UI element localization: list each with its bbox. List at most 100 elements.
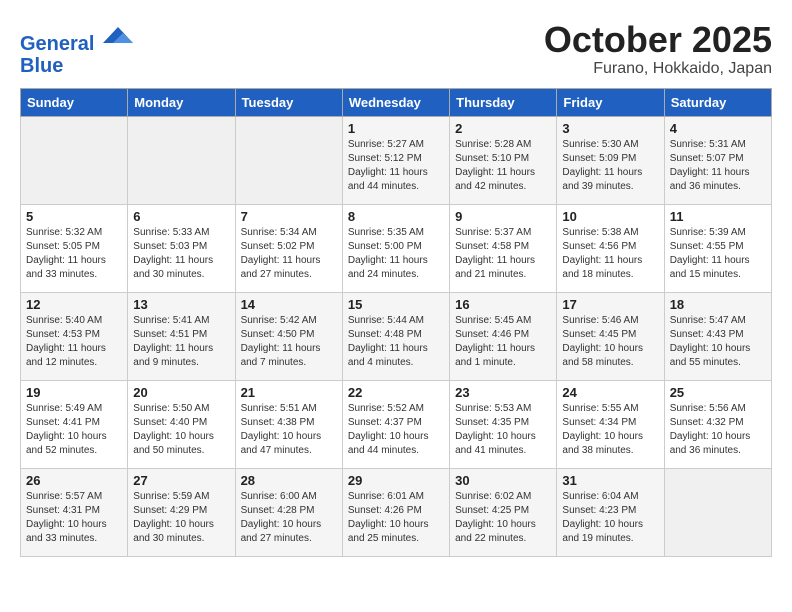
weekday-header: Saturday — [664, 88, 771, 116]
calendar-body: 1 Sunrise: 5:27 AM Sunset: 5:12 PM Daylig… — [21, 116, 772, 556]
day-info: Sunrise: 6:02 AM Sunset: 4:25 PM Dayligh… — [455, 490, 551, 546]
day-info: Sunrise: 5:31 AM Sunset: 5:07 PM Dayligh… — [670, 138, 766, 194]
weekday-header: Wednesday — [342, 88, 449, 116]
calendar-cell: 25Sunrise: 5:56 AM Sunset: 4:32 PM Dayli… — [664, 380, 771, 468]
day-number: 9 — [455, 209, 551, 224]
day-info: Sunrise: 5:46 AM Sunset: 4:45 PM Dayligh… — [562, 314, 658, 370]
calendar-cell: 6Sunrise: 5:33 AM Sunset: 5:03 PM Daylig… — [128, 204, 235, 292]
day-info: Sunrise: 5:52 AM Sunset: 4:37 PM Dayligh… — [348, 402, 444, 458]
day-info: Sunrise: 5:30 AM Sunset: 5:09 PM Dayligh… — [562, 138, 658, 194]
calendar-cell: 23 Sunrise: 5:53 AM Sunset: 4:35 PM Dayli… — [450, 380, 557, 468]
day-info: Sunrise: 5:28 AM Sunset: 5:10 PM Dayligh… — [455, 138, 551, 194]
day-number: 14 — [241, 297, 337, 312]
weekday-header: Thursday — [450, 88, 557, 116]
calendar-cell — [664, 468, 771, 556]
day-number: 10 — [562, 209, 658, 224]
calendar-week-row: 12Sunrise: 5:40 AM Sunset: 4:53 PM Dayli… — [21, 292, 772, 380]
day-info: Sunrise: 5:53 AM Sunset: 4:35 PM Dayligh… — [455, 402, 551, 458]
calendar-cell: 19 Sunrise: 5:49 AM Sunset: 4:41 PM Dayli… — [21, 380, 128, 468]
day-number: 5 — [26, 209, 122, 224]
day-info: Sunrise: 5:38 AM Sunset: 4:56 PM Dayligh… — [562, 226, 658, 282]
calendar-cell — [128, 116, 235, 204]
day-info: Sunrise: 5:50 AM Sunset: 4:40 PM Dayligh… — [133, 402, 229, 458]
location: Furano, Hokkaido, Japan — [544, 60, 772, 78]
day-info: Sunrise: 5:27 AM Sunset: 5:12 PM Dayligh… — [348, 138, 444, 194]
calendar-week-row: 1 Sunrise: 5:27 AM Sunset: 5:12 PM Daylig… — [21, 116, 772, 204]
calendar-cell: 12Sunrise: 5:40 AM Sunset: 4:53 PM Dayli… — [21, 292, 128, 380]
day-info: Sunrise: 5:37 AM Sunset: 4:58 PM Dayligh… — [455, 226, 551, 282]
day-number: 11 — [670, 209, 766, 224]
day-number: 17 — [562, 297, 658, 312]
page-header: General Blue October 2025 Furano, Hokkai… — [20, 20, 772, 78]
calendar-cell: 4 Sunrise: 5:31 AM Sunset: 5:07 PM Daylig… — [664, 116, 771, 204]
day-number: 7 — [241, 209, 337, 224]
day-info: Sunrise: 6:00 AM Sunset: 4:28 PM Dayligh… — [241, 490, 337, 546]
day-info: Sunrise: 5:32 AM Sunset: 5:05 PM Dayligh… — [26, 226, 122, 282]
day-info: Sunrise: 5:41 AM Sunset: 4:51 PM Dayligh… — [133, 314, 229, 370]
calendar-week-row: 26 Sunrise: 5:57 AM Sunset: 4:31 PM Dayli… — [21, 468, 772, 556]
day-info: Sunrise: 5:33 AM Sunset: 5:03 PM Dayligh… — [133, 226, 229, 282]
day-number: 19 — [26, 385, 122, 400]
calendar-cell: 18 Sunrise: 5:47 AM Sunset: 4:43 PM Dayli… — [664, 292, 771, 380]
day-info: Sunrise: 5:42 AM Sunset: 4:50 PM Dayligh… — [241, 314, 337, 370]
calendar-cell — [21, 116, 128, 204]
day-info: Sunrise: 5:59 AM Sunset: 4:29 PM Dayligh… — [133, 490, 229, 546]
day-info: Sunrise: 6:01 AM Sunset: 4:26 PM Dayligh… — [348, 490, 444, 546]
day-number: 15 — [348, 297, 444, 312]
calendar-cell: 17 Sunrise: 5:46 AM Sunset: 4:45 PM Dayli… — [557, 292, 664, 380]
day-info: Sunrise: 6:04 AM Sunset: 4:23 PM Dayligh… — [562, 490, 658, 546]
calendar-cell: 29 Sunrise: 6:01 AM Sunset: 4:26 PM Dayli… — [342, 468, 449, 556]
calendar-cell: 10 Sunrise: 5:38 AM Sunset: 4:56 PM Dayli… — [557, 204, 664, 292]
day-number: 21 — [241, 385, 337, 400]
day-number: 16 — [455, 297, 551, 312]
title-block: October 2025 Furano, Hokkaido, Japan — [544, 20, 772, 78]
day-number: 1 — [348, 121, 444, 136]
calendar-cell: 1 Sunrise: 5:27 AM Sunset: 5:12 PM Daylig… — [342, 116, 449, 204]
month-title: October 2025 — [544, 20, 772, 60]
day-info: Sunrise: 5:44 AM Sunset: 4:48 PM Dayligh… — [348, 314, 444, 370]
day-info: Sunrise: 5:57 AM Sunset: 4:31 PM Dayligh… — [26, 490, 122, 546]
day-info: Sunrise: 5:55 AM Sunset: 4:34 PM Dayligh… — [562, 402, 658, 458]
calendar-header: SundayMondayTuesdayWednesdayThursdayFrid… — [21, 88, 772, 116]
day-number: 26 — [26, 473, 122, 488]
weekday-header: Tuesday — [235, 88, 342, 116]
day-info: Sunrise: 5:47 AM Sunset: 4:43 PM Dayligh… — [670, 314, 766, 370]
calendar-cell: 15 Sunrise: 5:44 AM Sunset: 4:48 PM Dayli… — [342, 292, 449, 380]
day-number: 22 — [348, 385, 444, 400]
calendar-cell: 21Sunrise: 5:51 AM Sunset: 4:38 PM Dayli… — [235, 380, 342, 468]
calendar-cell: 11 Sunrise: 5:39 AM Sunset: 4:55 PM Dayli… — [664, 204, 771, 292]
calendar-cell: 26 Sunrise: 5:57 AM Sunset: 4:31 PM Dayli… — [21, 468, 128, 556]
calendar-week-row: 5 Sunrise: 5:32 AM Sunset: 5:05 PM Daylig… — [21, 204, 772, 292]
day-number: 8 — [348, 209, 444, 224]
calendar-cell: 24Sunrise: 5:55 AM Sunset: 4:34 PM Dayli… — [557, 380, 664, 468]
day-number: 31 — [562, 473, 658, 488]
calendar-cell: 28 Sunrise: 6:00 AM Sunset: 4:28 PM Dayli… — [235, 468, 342, 556]
logo-icon — [103, 20, 133, 50]
calendar-cell: 16Sunrise: 5:45 AM Sunset: 4:46 PM Dayli… — [450, 292, 557, 380]
day-number: 23 — [455, 385, 551, 400]
day-number: 12 — [26, 297, 122, 312]
day-number: 3 — [562, 121, 658, 136]
day-number: 2 — [455, 121, 551, 136]
day-number: 4 — [670, 121, 766, 136]
logo-general: General — [20, 33, 94, 55]
calendar-week-row: 19 Sunrise: 5:49 AM Sunset: 4:41 PM Dayli… — [21, 380, 772, 468]
day-number: 25 — [670, 385, 766, 400]
calendar-cell: 8 Sunrise: 5:35 AM Sunset: 5:00 PM Daylig… — [342, 204, 449, 292]
day-number: 29 — [348, 473, 444, 488]
day-number: 30 — [455, 473, 551, 488]
calendar-cell: 9 Sunrise: 5:37 AM Sunset: 4:58 PM Daylig… — [450, 204, 557, 292]
weekday-header: Monday — [128, 88, 235, 116]
calendar-cell: 5 Sunrise: 5:32 AM Sunset: 5:05 PM Daylig… — [21, 204, 128, 292]
calendar-cell: 3 Sunrise: 5:30 AM Sunset: 5:09 PM Daylig… — [557, 116, 664, 204]
day-number: 18 — [670, 297, 766, 312]
logo-blue: Blue — [20, 55, 63, 77]
weekday-header: Sunday — [21, 88, 128, 116]
weekday-header: Friday — [557, 88, 664, 116]
day-info: Sunrise: 5:39 AM Sunset: 4:55 PM Dayligh… — [670, 226, 766, 282]
day-info: Sunrise: 5:35 AM Sunset: 5:00 PM Dayligh… — [348, 226, 444, 282]
calendar-cell: 22 Sunrise: 5:52 AM Sunset: 4:37 PM Dayli… — [342, 380, 449, 468]
logo: General Blue — [20, 20, 133, 77]
day-info: Sunrise: 5:49 AM Sunset: 4:41 PM Dayligh… — [26, 402, 122, 458]
day-number: 28 — [241, 473, 337, 488]
